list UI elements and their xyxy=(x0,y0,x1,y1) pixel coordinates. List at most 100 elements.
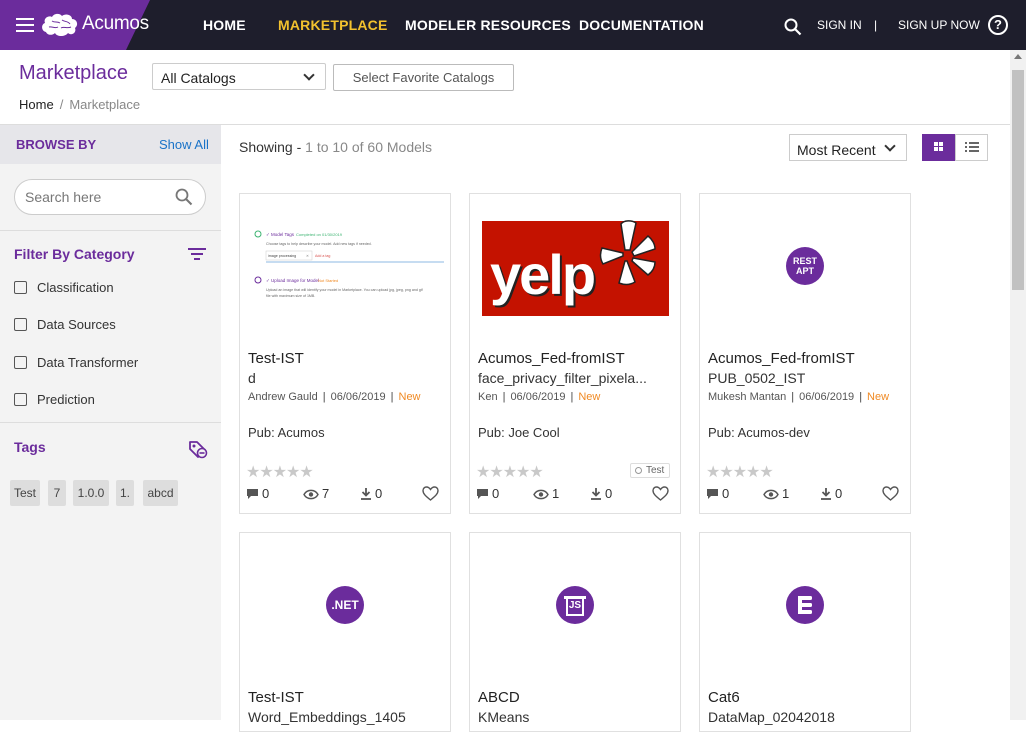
comments-stat: 0 xyxy=(246,486,269,501)
filter-by-category-title: Filter By Category xyxy=(14,246,135,262)
top-navbar: Acumos HOME MARKETPLACE MODELER RESOURCE… xyxy=(0,0,1026,50)
model-card[interactable]: Cat6 DataMap_02042018 xyxy=(699,532,911,732)
checkbox[interactable] xyxy=(14,318,27,331)
sort-select[interactable]: Most Recent xyxy=(789,134,907,161)
thumb-shot-line5: file with maximum size of 1MB. xyxy=(266,294,315,298)
sign-up-link[interactable]: SIGN UP NOW xyxy=(898,18,980,32)
checkbox[interactable] xyxy=(14,356,27,369)
category-label: Prediction xyxy=(37,392,95,407)
javascript-icon: JS xyxy=(556,586,594,624)
tag-chip[interactable]: Test xyxy=(10,480,40,506)
model-subtitle: d xyxy=(248,370,256,386)
category-data-transformer[interactable]: Data Transformer xyxy=(14,355,138,370)
download-icon xyxy=(591,488,601,500)
views-stat: 1 xyxy=(763,486,789,501)
thumb-shot-line1b: Completed on 01/30/2019 xyxy=(296,232,343,237)
nav-home[interactable]: HOME xyxy=(203,17,246,33)
filter-icon[interactable] xyxy=(188,248,206,262)
sign-in-link[interactable]: SIGN IN xyxy=(817,18,862,32)
yelp-logo-image: yelp yelp xyxy=(482,220,669,316)
downloads-stat: 0 xyxy=(820,486,842,501)
search-icon[interactable] xyxy=(784,18,802,36)
dotnet-icon: .NET xyxy=(326,586,364,624)
star-rating[interactable]: ★★★★★ xyxy=(706,462,774,482)
model-tag[interactable]: Test xyxy=(630,463,671,478)
star-rating[interactable]: ★★★★★ xyxy=(476,462,544,482)
showing-label: Showing - xyxy=(239,139,302,155)
heart-icon[interactable] xyxy=(422,486,439,501)
browse-by-header: BROWSE BY Show All xyxy=(0,125,221,164)
breadcrumb-home[interactable]: Home xyxy=(19,97,54,112)
comments-count: 0 xyxy=(722,486,730,501)
checkbox[interactable] xyxy=(14,393,27,406)
model-card[interactable]: yelp yelp Acumos_Fed-fromIST face_privac… xyxy=(469,193,681,514)
catalog-select[interactable]: All Catalogs xyxy=(152,63,326,90)
tags-title: Tags xyxy=(14,439,46,455)
tag-chip[interactable]: abcd xyxy=(143,480,178,506)
model-title[interactable]: Test-IST xyxy=(248,350,304,367)
downloads-stat: 0 xyxy=(360,486,382,501)
model-title[interactable]: Acumos_Fed-fromIST xyxy=(708,350,855,367)
views-stat: 7 xyxy=(303,486,329,501)
chevron-down-icon xyxy=(303,69,315,81)
scrollbar-thumb[interactable] xyxy=(1012,70,1024,290)
help-icon[interactable]: ? xyxy=(988,15,1008,35)
brand-name[interactable]: Acumos xyxy=(82,13,149,35)
search-input[interactable]: Search here xyxy=(14,179,206,215)
nav-marketplace[interactable]: MARKETPLACE xyxy=(278,17,388,33)
model-title[interactable]: Cat6 xyxy=(708,689,740,706)
download-icon xyxy=(361,488,371,500)
category-classification[interactable]: Classification xyxy=(14,280,114,295)
model-card[interactable]: JS ABCD KMeans xyxy=(469,532,681,732)
model-title[interactable]: ABCD xyxy=(478,689,520,706)
breadcrumb: Home / Marketplace xyxy=(19,97,140,112)
thumb-shot-line1: ✓ Model Tags xyxy=(266,232,295,237)
tag-chip[interactable]: 7 xyxy=(48,480,66,506)
thumb-shot-line2: Choose tags to help describe your model.… xyxy=(266,242,372,246)
model-date: 06/06/2019 xyxy=(799,391,855,403)
tag-chip[interactable]: 1. xyxy=(116,480,134,506)
rest-api-icon-line2: APT xyxy=(796,266,814,276)
comment-icon xyxy=(477,489,488,499)
download-icon xyxy=(821,488,831,500)
heart-icon[interactable] xyxy=(652,486,669,501)
model-meta: Ken | 06/06/2019 | New xyxy=(478,391,601,403)
model-title[interactable]: Acumos_Fed-fromIST xyxy=(478,350,625,367)
model-card[interactable]: .NET Test-IST Word_Embeddings_1405 xyxy=(239,532,451,732)
sidebar: BROWSE BY Show All Search here Filter By… xyxy=(0,125,221,720)
category-data-sources[interactable]: Data Sources xyxy=(14,317,116,332)
model-title[interactable]: Test-IST xyxy=(248,689,304,706)
tag-icon[interactable] xyxy=(188,439,208,459)
thumb-shot-line3: ✓ Upload Image for Model xyxy=(266,278,319,283)
comments-stat: 0 xyxy=(476,486,499,501)
menu-icon[interactable] xyxy=(16,18,34,32)
views-count: 1 xyxy=(782,486,790,501)
comment-icon xyxy=(247,489,258,499)
category-prediction[interactable]: Prediction xyxy=(14,392,95,407)
model-card[interactable]: ✓ Model Tags Completed on 01/30/2019 Cho… xyxy=(239,193,451,514)
nav-separator: | xyxy=(874,18,878,32)
nav-documentation[interactable]: DOCUMENTATION xyxy=(579,17,704,33)
show-all-link[interactable]: Show All xyxy=(159,137,209,152)
model-author: Mukesh Mantan xyxy=(708,391,787,403)
comments-count: 0 xyxy=(492,486,500,501)
model-card[interactable]: REST APT Acumos_Fed-fromIST PUB_0502_IST… xyxy=(699,193,911,514)
tag-chip[interactable]: 1.0.0 xyxy=(73,480,109,506)
heart-icon[interactable] xyxy=(882,486,899,501)
star-rating[interactable]: ★★★★★ xyxy=(246,462,314,482)
model-meta: Andrew Gauld | 06/06/2019 | New xyxy=(248,391,421,403)
grid-view-button[interactable] xyxy=(922,134,955,161)
downloads-stat: 0 xyxy=(590,486,612,501)
comments-count: 0 xyxy=(262,486,270,501)
search-icon[interactable] xyxy=(175,188,193,206)
list-view-button[interactable] xyxy=(955,134,988,161)
thumb-shot-line3b: Not Started xyxy=(318,278,338,283)
select-favorite-catalogs-button[interactable]: Select Favorite Catalogs xyxy=(333,64,514,91)
checkbox[interactable] xyxy=(14,281,27,294)
model-meta: Mukesh Mantan | 06/06/2019 | New xyxy=(708,391,890,403)
comments-stat: 0 xyxy=(706,486,729,501)
thumb-shot-chip-x: ✕ xyxy=(306,254,309,258)
category-label: Data Sources xyxy=(37,317,116,332)
scroll-up-arrow-icon[interactable] xyxy=(1014,54,1022,59)
nav-modeler-resources[interactable]: MODELER RESOURCES xyxy=(405,17,571,33)
